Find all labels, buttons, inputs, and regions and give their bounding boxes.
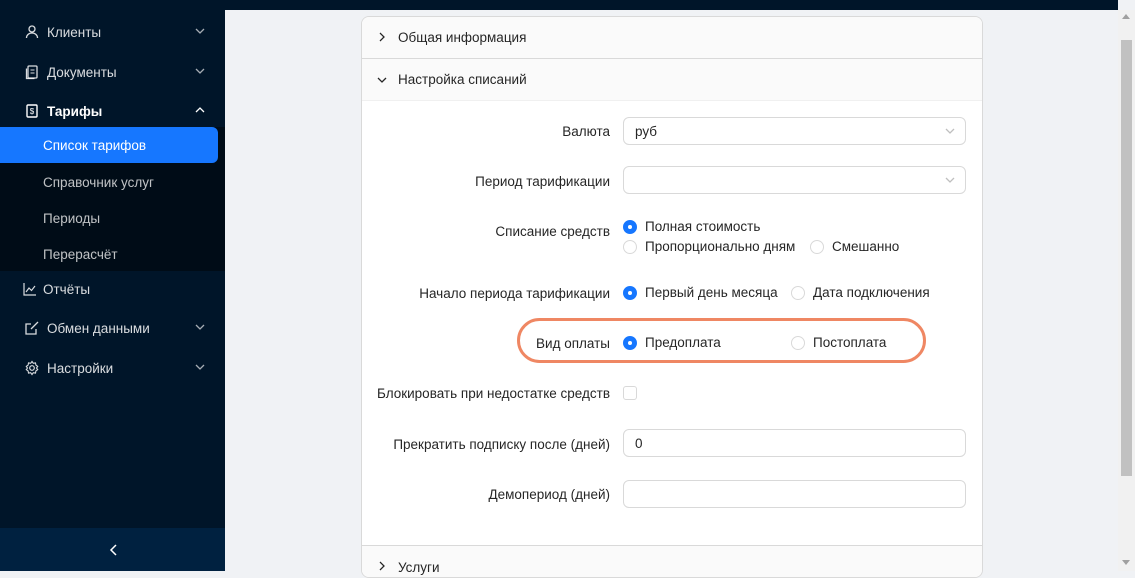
chevron-down-icon	[377, 77, 387, 83]
scroll-down-arrow-icon[interactable]	[1122, 560, 1130, 565]
demo-period-input[interactable]	[623, 480, 966, 508]
submenu-item-service-catalog[interactable]: Справочник услуг	[0, 164, 225, 200]
user-icon	[25, 25, 39, 39]
stop-subscription-input[interactable]	[623, 429, 966, 457]
radio-label: Предоплата	[645, 335, 721, 350]
chevron-down-icon	[945, 177, 955, 183]
radio-prepayment[interactable]: Предоплата	[623, 335, 721, 350]
edit-icon	[25, 321, 39, 335]
radio-label: Пропорционально дням	[645, 239, 796, 254]
radio-label: Первый день месяца	[645, 285, 778, 300]
header-bar	[225, 0, 1118, 10]
panel-general-header[interactable]: Общая информация	[362, 17, 982, 59]
currency-select[interactable]: руб	[623, 117, 966, 145]
block-insufficient-checkbox[interactable]	[623, 386, 637, 400]
sidebar-item-label: Настройки	[47, 360, 114, 376]
sidebar-item-clients[interactable]: Клиенты	[0, 12, 225, 52]
panel-billing-header[interactable]: Настройка списаний	[362, 59, 982, 101]
scroll-up-arrow-icon[interactable]	[1122, 14, 1130, 19]
block-insufficient-label: Блокировать при недостатке средств	[376, 386, 610, 401]
tariff-icon: $	[26, 104, 38, 118]
chevron-right-icon	[379, 32, 385, 42]
panel-services-header[interactable]: Услуги	[362, 545, 982, 577]
billing-period-label: Период тарификации	[475, 174, 610, 189]
billing-period-select[interactable]	[623, 166, 966, 194]
radio-connection-date[interactable]: Дата подключения	[791, 285, 930, 300]
submenu-item-label: Периоды	[43, 210, 101, 226]
radio-first-day-month[interactable]: Первый день месяца	[623, 285, 778, 300]
stop-subscription-label: Прекратить подписку после (дней)	[393, 437, 610, 452]
tariff-form-card: Общая информация Настройка списаний Валю…	[361, 16, 983, 578]
chevron-down-icon	[195, 28, 205, 34]
radio-dot	[791, 335, 805, 350]
chevron-down-icon	[945, 128, 955, 134]
radio-label: Полная стоимость	[645, 219, 761, 234]
sidebar-item-documents[interactable]: Документы	[0, 52, 225, 92]
chart-line-icon	[23, 283, 36, 296]
documents-icon	[25, 65, 38, 80]
tariffs-submenu: Список тарифов Справочник услуг Периоды …	[0, 127, 225, 271]
radio-dot	[623, 335, 637, 350]
radio-label: Постоплата	[813, 335, 887, 350]
radio-dot	[623, 219, 637, 234]
page-scrollbar[interactable]	[1118, 10, 1135, 571]
radio-label: Смешанно	[832, 239, 900, 254]
submenu-item-label: Справочник услуг	[43, 174, 154, 190]
chevron-down-icon	[195, 68, 205, 74]
sidebar-item-reports[interactable]: Отчёты	[0, 269, 225, 309]
sidebar-item-label: Клиенты	[47, 24, 102, 40]
radio-proportional-days[interactable]: Пропорционально дням	[623, 239, 795, 254]
radio-mixed[interactable]: Смешанно	[810, 239, 899, 254]
chevron-up-icon	[195, 107, 205, 113]
submenu-item-label: Список тарифов	[43, 137, 147, 153]
chevron-right-icon	[379, 561, 385, 571]
scrollbar-thumb[interactable]	[1121, 40, 1132, 476]
chevron-left-icon	[109, 543, 117, 556]
radio-postpayment[interactable]: Постоплата	[791, 335, 886, 350]
currency-value: руб	[635, 124, 657, 139]
gear-icon	[25, 360, 39, 376]
chevron-down-icon	[195, 364, 205, 370]
sidebar-item-label: Тарифы	[47, 103, 103, 119]
charge-label: Списание средств	[495, 224, 610, 239]
svg-text:$: $	[30, 107, 35, 116]
chevron-down-icon	[195, 324, 205, 330]
submenu-item-label: Перерасчёт	[43, 246, 118, 262]
radio-dot	[810, 239, 824, 254]
sidebar-item-settings[interactable]: Настройки	[0, 348, 225, 388]
payment-type-label: Вид оплаты	[536, 336, 610, 351]
panel-title: Настройка списаний	[398, 72, 527, 87]
currency-label: Валюта	[562, 124, 610, 139]
radio-full-cost[interactable]: Полная стоимость	[623, 219, 760, 234]
radio-dot	[623, 285, 637, 300]
panel-title: Услуги	[398, 560, 440, 575]
demo-period-label: Демопериод (дней)	[488, 487, 610, 502]
sidebar-item-label: Документы	[47, 64, 117, 80]
radio-dot	[623, 239, 637, 254]
sidebar-item-label: Обмен данными	[47, 320, 150, 336]
sidebar-item-tariffs[interactable]: $ Тарифы	[0, 91, 225, 131]
sidebar-collapse-button[interactable]	[0, 528, 225, 571]
sidebar-item-label: Отчёты	[43, 281, 91, 297]
radio-label: Дата подключения	[813, 285, 930, 300]
sidebar: Клиенты Документы $ Тарифы Список тарифо…	[0, 0, 225, 571]
submenu-item-tariff-list[interactable]: Список тарифов	[0, 127, 218, 163]
submenu-item-periods[interactable]: Периоды	[0, 200, 225, 236]
radio-dot	[791, 285, 805, 300]
period-start-label: Начало периода тарификации	[419, 286, 610, 301]
submenu-item-recalculation[interactable]: Перерасчёт	[0, 236, 225, 272]
panel-title: Общая информация	[398, 30, 527, 45]
sidebar-item-data-exchange[interactable]: Обмен данными	[0, 308, 225, 348]
